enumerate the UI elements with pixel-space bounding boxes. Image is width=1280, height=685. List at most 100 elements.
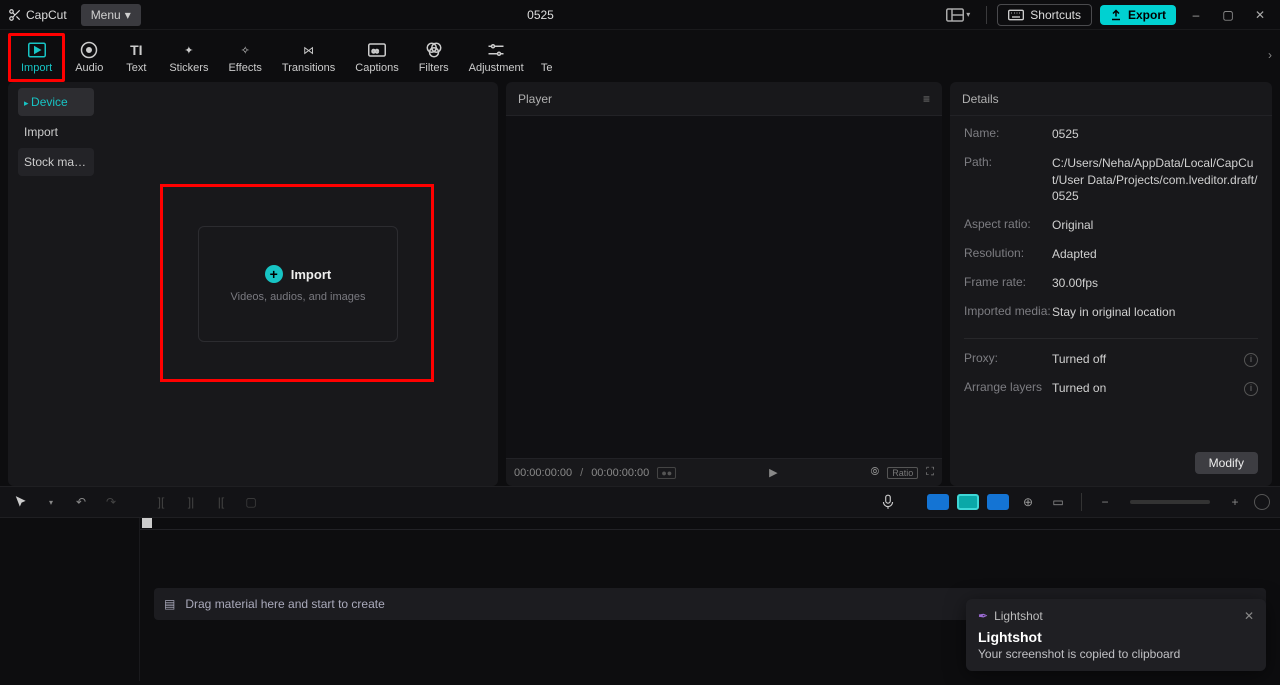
detail-proxy: Proxy:Turned offi — [964, 351, 1258, 368]
playhead[interactable] — [142, 518, 152, 528]
details-body: Name:0525 Path:C:/Users/Neha/AppData/Loc… — [950, 116, 1272, 486]
shortcuts-label: Shortcuts — [1030, 8, 1081, 22]
toast-app: Lightshot — [994, 609, 1043, 623]
detail-path: Path:C:/Users/Neha/AppData/Local/CapCut/… — [964, 155, 1258, 205]
minimize-button[interactable]: – — [1184, 8, 1208, 22]
info-icon[interactable]: i — [1244, 353, 1258, 367]
modify-button[interactable]: Modify — [1195, 452, 1258, 474]
layout-icon[interactable]: ▾ — [940, 5, 976, 25]
sticker-icon: ✦ — [180, 41, 198, 59]
transitions-icon: ⋈ — [300, 41, 318, 59]
split-tool[interactable]: ][ — [150, 491, 172, 513]
tab-label: Adjustment — [469, 62, 524, 74]
export-button[interactable]: Export — [1100, 5, 1176, 25]
media-panel: Device Import Stock mater... + Import Vi… — [8, 82, 498, 486]
timeline-ruler[interactable] — [140, 518, 1280, 530]
play-button[interactable]: ▶ — [769, 466, 777, 479]
chevron-down-icon: ▾ — [966, 10, 970, 19]
trim-left-tool[interactable]: ]| — [180, 491, 202, 513]
player-panel: Player ≡ 00:00:00:00 / 00:00:00:00 ●● ▶ … — [506, 82, 942, 486]
shortcuts-button[interactable]: Shortcuts — [997, 4, 1092, 26]
sidebar-item-device[interactable]: Device — [18, 88, 94, 116]
app-logo: CapCut — [8, 8, 67, 22]
close-button[interactable]: ✕ — [1248, 8, 1272, 22]
menu-label: Menu — [91, 8, 121, 22]
info-icon[interactable]: i — [1244, 382, 1258, 396]
effects-icon: ✧ — [236, 41, 254, 59]
tool-tabs: Import Audio TI Text ✦ Stickers ✧ Effect… — [0, 30, 1280, 82]
time-total: 00:00:00:00 — [591, 467, 649, 479]
keyboard-icon — [1008, 9, 1024, 21]
player-menu-icon[interactable]: ≡ — [923, 92, 930, 106]
export-label: Export — [1128, 8, 1166, 22]
tab-label: Filters — [419, 62, 449, 74]
player-title: Player — [518, 92, 552, 106]
tab-stickers[interactable]: ✦ Stickers — [159, 33, 218, 82]
zoom-fitall-icon[interactable] — [1254, 494, 1270, 510]
media-main: + Import Videos, audios, and images — [98, 82, 498, 486]
zoom-plus[interactable]: + — [1224, 491, 1246, 513]
tab-transitions[interactable]: ⋈ Transitions — [272, 33, 345, 82]
separator — [964, 338, 1258, 339]
workspace: Device Import Stock mater... + Import Vi… — [0, 82, 1280, 486]
tab-label: Captions — [355, 62, 398, 74]
media-icon — [28, 41, 46, 59]
zoom-minus[interactable]: − — [1094, 491, 1116, 513]
tab-adjustment[interactable]: Adjustment — [459, 33, 534, 82]
fullscreen-icon[interactable]: ⛶ — [926, 466, 934, 479]
tab-label: Text — [126, 62, 146, 74]
player-viewport[interactable] — [506, 116, 942, 458]
crop-tool[interactable]: ▢ — [240, 491, 262, 513]
text-icon: TI — [127, 41, 145, 59]
player-footer: 00:00:00:00 / 00:00:00:00 ●● ▶ ⦾ Ratio ⛶ — [506, 458, 942, 486]
detail-framerate: Frame rate:30.00fps — [964, 275, 1258, 292]
zoom-in-icon[interactable] — [987, 491, 1009, 513]
sidebar-item-stock[interactable]: Stock mater... — [18, 148, 94, 176]
project-title: 0525 — [141, 8, 941, 22]
zoom-slider[interactable] — [1130, 500, 1210, 504]
tab-label: Te — [541, 62, 553, 74]
magnet-icon[interactable]: ⊕ — [1017, 491, 1039, 513]
preview-icon[interactable]: ▭ — [1047, 491, 1069, 513]
cursor-tool[interactable] — [10, 491, 32, 513]
details-footer: Modify — [964, 444, 1258, 476]
redo-button[interactable]: ↷ — [100, 491, 122, 513]
app-name: CapCut — [26, 8, 67, 22]
menu-button[interactable]: Menu ▾ — [81, 4, 141, 26]
tab-import[interactable]: Import — [8, 33, 65, 82]
tab-effects[interactable]: ✧ Effects — [218, 33, 271, 82]
tab-templates[interactable]: Te — [534, 33, 560, 82]
notification-toast: ✒ Lightshot ✕ Lightshot Your screenshot … — [966, 599, 1266, 671]
import-title: Import — [291, 267, 331, 282]
import-action: + Import — [265, 265, 331, 283]
tab-label: Transitions — [282, 62, 335, 74]
trim-right-tool[interactable]: |[ — [210, 491, 232, 513]
detail-imported-media: Imported media:Stay in original location — [964, 304, 1258, 321]
maximize-button[interactable]: ▢ — [1216, 8, 1240, 22]
tab-filters[interactable]: Filters — [409, 33, 459, 82]
cursor-dropdown[interactable]: ▾ — [40, 491, 62, 513]
zoom-out-icon[interactable] — [927, 491, 949, 513]
detail-layers: Arrange layersTurned oni — [964, 380, 1258, 397]
zoom-fit-icon[interactable] — [957, 491, 979, 513]
mic-icon[interactable] — [877, 491, 899, 513]
import-zone[interactable]: + Import Videos, audios, and images — [198, 226, 398, 342]
tab-label: Audio — [75, 62, 103, 74]
tab-captions[interactable]: cc Captions — [345, 33, 408, 82]
time-current: 00:00:00:00 — [514, 467, 572, 479]
film-icon: ▤ — [164, 597, 175, 611]
quality-icon[interactable]: ●● — [657, 467, 676, 479]
snapshot-icon[interactable]: ⦾ — [870, 466, 879, 479]
tab-audio[interactable]: Audio — [65, 33, 113, 82]
sidebar-item-import[interactable]: Import — [18, 118, 94, 146]
undo-button[interactable]: ↶ — [70, 491, 92, 513]
media-sidebar: Device Import Stock mater... — [8, 82, 98, 486]
tabs-scroll-right[interactable]: › — [1268, 48, 1272, 62]
tab-text[interactable]: TI Text — [113, 33, 159, 82]
titlebar-right: ▾ Shortcuts Export – ▢ ✕ — [940, 4, 1272, 26]
detail-aspect: Aspect ratio:Original — [964, 217, 1258, 234]
adjustment-icon — [487, 41, 505, 59]
ratio-button[interactable]: Ratio — [887, 467, 918, 479]
toast-close[interactable]: ✕ — [1244, 609, 1254, 623]
svg-text:cc: cc — [372, 48, 379, 55]
